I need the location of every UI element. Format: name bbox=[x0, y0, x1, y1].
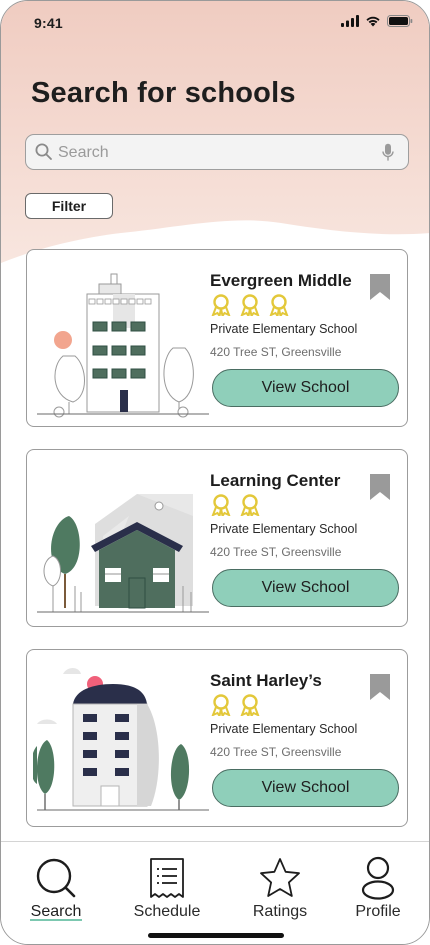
school-illustration bbox=[37, 494, 209, 613]
microphone-icon[interactable] bbox=[382, 143, 394, 162]
school-name: Saint Harley’s bbox=[210, 671, 322, 690]
view-school-button[interactable]: View School bbox=[212, 569, 399, 607]
search-bar[interactable] bbox=[25, 134, 409, 170]
school-card: Evergreen Middle Private Elementary Scho… bbox=[26, 249, 408, 427]
award-ribbon-icon bbox=[211, 694, 231, 716]
tab-search[interactable]: Search bbox=[6, 856, 106, 921]
user-icon bbox=[361, 856, 395, 900]
status-bar: 9:41 bbox=[1, 1, 429, 45]
school-type: Private Elementary School bbox=[210, 522, 358, 536]
rating-ribbons bbox=[210, 694, 261, 716]
award-ribbon-icon bbox=[211, 294, 231, 316]
active-tab-indicator bbox=[30, 919, 82, 921]
rating-ribbons bbox=[210, 294, 290, 316]
tab-label: Profile bbox=[355, 903, 401, 920]
status-icons bbox=[341, 15, 413, 27]
school-card: Saint Harley’s Private Elementary School… bbox=[26, 649, 408, 827]
search-icon bbox=[36, 858, 76, 898]
page-title: Search for schools bbox=[31, 77, 296, 109]
award-ribbon-icon bbox=[211, 494, 231, 516]
bookmark-icon[interactable] bbox=[369, 473, 391, 501]
search-icon bbox=[35, 143, 52, 160]
view-school-button[interactable]: View School bbox=[212, 769, 399, 807]
status-time: 9:41 bbox=[34, 15, 63, 31]
tab-label: Ratings bbox=[252, 903, 308, 920]
tab-profile[interactable]: Profile bbox=[328, 856, 428, 921]
school-address: 420 Tree ST, Greensville bbox=[210, 745, 342, 759]
school-card: Learning Center Private Elementary Schoo… bbox=[26, 449, 408, 627]
school-illustration bbox=[37, 273, 209, 418]
battery-icon bbox=[387, 15, 413, 27]
wifi-icon bbox=[366, 16, 380, 27]
filter-button[interactable]: Filter bbox=[25, 193, 113, 219]
award-ribbon-icon bbox=[269, 294, 289, 316]
cellular-signal-icon bbox=[341, 15, 359, 27]
phone-screen: 9:41 Search for schools Search Filter Ev… bbox=[0, 0, 430, 945]
school-name: Evergreen Middle bbox=[210, 271, 352, 290]
bookmark-icon[interactable] bbox=[369, 273, 391, 301]
bottom-tab-bar: Search Schedule Ratings Profile bbox=[1, 841, 429, 944]
school-address: 420 Tree ST, Greensville bbox=[210, 545, 342, 559]
school-address: 420 Tree ST, Greensville bbox=[210, 345, 342, 359]
home-indicator[interactable] bbox=[148, 933, 284, 938]
school-type: Private Elementary School bbox=[210, 722, 358, 736]
school-illustration bbox=[33, 668, 209, 811]
award-ribbon-icon bbox=[240, 494, 260, 516]
award-ribbon-icon bbox=[240, 294, 260, 316]
receipt-icon bbox=[150, 858, 184, 898]
rating-ribbons bbox=[210, 494, 261, 516]
bookmark-icon[interactable] bbox=[369, 673, 391, 701]
school-type: Private Elementary School bbox=[210, 322, 358, 336]
tab-label: Schedule bbox=[133, 903, 201, 920]
tab-ratings[interactable]: Ratings bbox=[230, 856, 330, 921]
school-name: Learning Center bbox=[210, 471, 341, 490]
star-icon bbox=[260, 858, 300, 897]
search-input[interactable] bbox=[58, 141, 378, 165]
tab-schedule[interactable]: Schedule bbox=[117, 856, 217, 921]
award-ribbon-icon bbox=[240, 694, 260, 716]
view-school-button[interactable]: View School bbox=[212, 369, 399, 407]
